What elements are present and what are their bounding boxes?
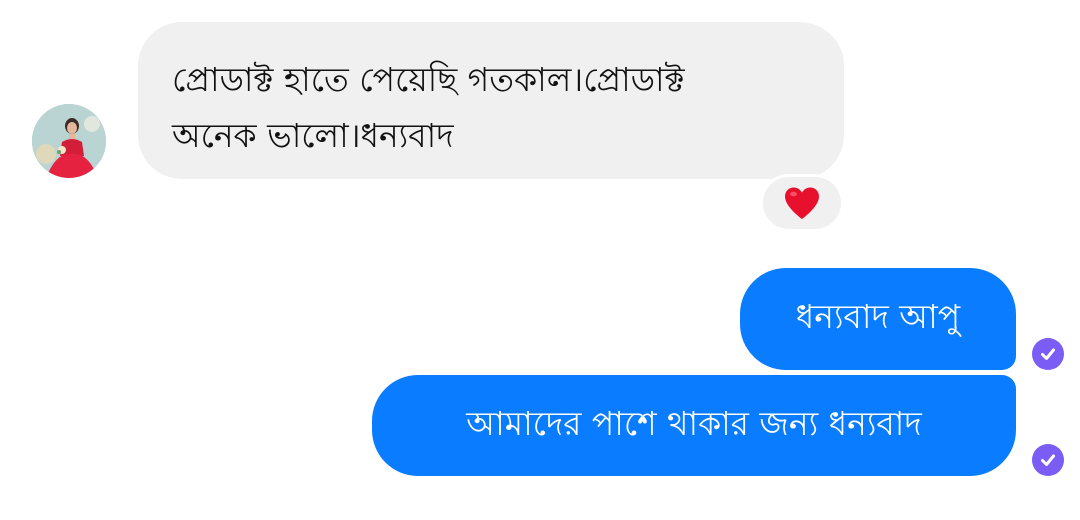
message-reaction[interactable]: [760, 174, 844, 232]
contact-avatar[interactable]: [32, 104, 106, 178]
heart-icon: [785, 187, 819, 219]
seen-check-icon: [1032, 338, 1064, 370]
outgoing-message-text: আমাদের পাশে থাকার জন্য ধন্যবাদ: [466, 403, 922, 443]
chat-thread: প্রোডাক্ট হাতে পেয়েছি গতকাল।প্রোডাক্ট অ…: [0, 0, 1080, 520]
incoming-message-line: অনেক ভালো।ধন্যবাদ: [172, 116, 454, 155]
outgoing-message-text: ধন্যবাদ আপু: [795, 297, 961, 336]
avatar-photo: [32, 104, 106, 178]
seen-check-icon: [1032, 444, 1064, 476]
outgoing-message-bubble[interactable]: ধন্যবাদ আপু: [740, 268, 1016, 370]
incoming-message-line: প্রোডাক্ট হাতে পেয়েছি গতকাল।প্রোডাক্ট: [172, 60, 685, 99]
incoming-message-bubble[interactable]: প্রোডাক্ট হাতে পেয়েছি গতকাল।প্রোডাক্ট অ…: [138, 22, 844, 179]
outgoing-message-bubble[interactable]: আমাদের পাশে থাকার জন্য ধন্যবাদ: [372, 375, 1016, 476]
